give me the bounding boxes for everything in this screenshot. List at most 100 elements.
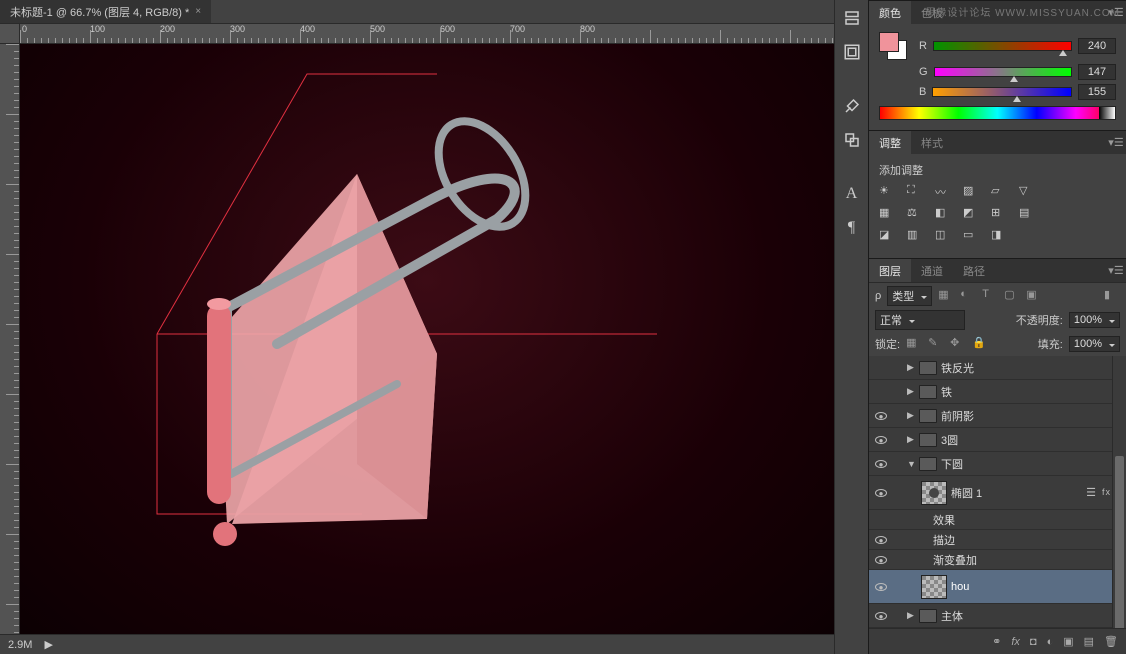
gradient-map-icon[interactable]: ▭ [963, 228, 981, 244]
color-swatch[interactable] [879, 32, 907, 60]
expand-icon[interactable] [907, 434, 919, 445]
trash-icon[interactable]: 🗑 [1104, 635, 1118, 648]
lookup-icon[interactable]: ▤ [1019, 206, 1037, 222]
layer-row[interactable]: 效果 [869, 510, 1126, 530]
close-tab-icon[interactable]: × [195, 6, 201, 17]
fill-input[interactable]: 100% [1069, 336, 1120, 352]
expand-icon[interactable] [907, 386, 919, 397]
lock-all-icon[interactable]: 🔒 [972, 336, 988, 352]
tab-paths[interactable]: 路径 [953, 259, 995, 282]
brush-icon[interactable] [840, 94, 864, 118]
document-tab[interactable]: 未标题-1 @ 66.7% (图层 4, RGB/8) * × [0, 0, 211, 23]
layer-row[interactable]: 主体 [869, 604, 1126, 628]
visibility-toggle[interactable] [869, 581, 893, 593]
invert-icon[interactable]: ◪ [879, 228, 897, 244]
layer-row[interactable]: 前阴影 [869, 404, 1126, 428]
expand-icon[interactable] [907, 410, 919, 421]
vertical-ruler[interactable] [0, 44, 20, 634]
collapse-icon[interactable] [907, 459, 919, 469]
visibility-toggle[interactable] [869, 487, 893, 499]
clone-icon[interactable] [840, 128, 864, 152]
status-zoom[interactable]: 2.9M [8, 639, 32, 651]
tab-adjustments[interactable]: 调整 [869, 131, 911, 154]
expand-icon[interactable] [907, 610, 919, 621]
lock-move-icon[interactable]: ✥ [950, 336, 966, 352]
visibility-toggle[interactable] [869, 410, 893, 422]
canvas[interactable] [20, 44, 834, 634]
new-group-icon[interactable]: ▣ [1063, 635, 1073, 648]
balance-icon[interactable]: ⚖ [907, 206, 925, 222]
new-layer-icon[interactable]: ▤ [1084, 635, 1094, 648]
posterize-icon[interactable]: ▥ [907, 228, 925, 244]
fx-icon[interactable]: fx [1011, 636, 1020, 648]
r-slider[interactable] [933, 41, 1072, 51]
layer-row[interactable]: 下圆 [869, 452, 1126, 476]
layer-row[interactable]: 铁反光 [869, 356, 1126, 380]
tab-channels[interactable]: 通道 [911, 259, 953, 282]
new-adjust-icon[interactable]: ◐ [1047, 636, 1054, 648]
mask-icon[interactable]: ◘ [1030, 636, 1037, 648]
tab-styles[interactable]: 样式 [911, 131, 953, 154]
curves-icon[interactable]: 〰 [935, 184, 953, 200]
lock-paint-icon[interactable]: ✎ [928, 336, 944, 352]
blend-mode-select[interactable]: 正常 [875, 310, 965, 330]
horizontal-ruler[interactable]: 0 100 200 300 400 500 600 700 800 [20, 24, 834, 44]
artwork [20, 44, 834, 634]
panel-menu-icon[interactable]: ▾☰ [1106, 264, 1126, 277]
b-value[interactable]: 155 [1078, 84, 1116, 100]
layer-row-selected[interactable]: hou [869, 570, 1126, 604]
paragraph-icon[interactable]: ¶ [840, 216, 864, 240]
bw-icon[interactable]: ◧ [935, 206, 953, 222]
tab-layers[interactable]: 图层 [869, 259, 911, 282]
layer-row[interactable]: 渐变叠加 [869, 550, 1126, 570]
history-icon[interactable] [840, 6, 864, 30]
filter-type-icon[interactable]: T [982, 288, 998, 304]
layer-thumb[interactable] [921, 575, 947, 599]
visibility-toggle[interactable] [869, 610, 893, 622]
filter-smart-icon[interactable]: ▣ [1026, 288, 1042, 304]
layer-row[interactable]: 描边 [869, 530, 1126, 550]
lock-trans-icon[interactable]: ▦ [906, 336, 922, 352]
character-icon[interactable]: A [840, 182, 864, 206]
g-value[interactable]: 147 [1078, 64, 1116, 80]
tab-color[interactable]: 颜色 [869, 1, 911, 24]
vibrance-icon[interactable]: ▱ [991, 184, 1009, 200]
levels-icon[interactable]: ⛶ [907, 184, 925, 200]
ruler-origin[interactable] [0, 24, 20, 44]
filter-shape-icon[interactable]: ▢ [1004, 288, 1020, 304]
link-icon[interactable]: ☰ [1086, 486, 1096, 499]
layer-list[interactable]: 铁反光 铁 前阴影 3圆 [869, 356, 1126, 628]
panel-menu-icon[interactable]: ▾☰ [1106, 136, 1126, 149]
scrollbar[interactable] [1112, 356, 1126, 628]
photo-filter-icon[interactable]: ◩ [963, 206, 981, 222]
visibility-toggle[interactable] [869, 458, 893, 470]
hue-icon[interactable]: ▦ [879, 206, 897, 222]
channel-mixer-icon[interactable]: ⊞ [991, 206, 1009, 222]
layer-row[interactable]: 铁 [869, 380, 1126, 404]
opacity-input[interactable]: 100% [1069, 312, 1120, 328]
visibility-toggle[interactable] [869, 534, 893, 546]
layer-thumb[interactable] [921, 481, 947, 505]
visibility-toggle[interactable] [869, 554, 893, 566]
status-arrow[interactable]: ▶ [44, 638, 52, 651]
filter-pixel-icon[interactable]: ▦ [938, 288, 954, 304]
triangle-icon[interactable]: ▽ [1019, 184, 1037, 200]
selective-color-icon[interactable]: ◨ [991, 228, 1009, 244]
g-slider[interactable] [934, 67, 1072, 77]
filter-toggle[interactable]: ▮ [1104, 288, 1120, 304]
b-slider[interactable] [932, 87, 1072, 97]
threshold-icon[interactable]: ◫ [935, 228, 953, 244]
brightness-icon[interactable]: ☀ [879, 184, 897, 200]
expand-icon[interactable] [907, 362, 919, 373]
layer-row[interactable]: 椭圆 1 ☰ fx ▾ [869, 476, 1126, 510]
filter-adjust-icon[interactable]: ◐ [960, 288, 976, 304]
layer-row[interactable]: 3圆 [869, 428, 1126, 452]
exposure-icon[interactable]: ▨ [963, 184, 981, 200]
r-value[interactable]: 240 [1078, 38, 1116, 54]
filter-type-select[interactable]: 类型 [887, 286, 932, 306]
scrollbar-thumb[interactable] [1115, 456, 1124, 628]
visibility-toggle[interactable] [869, 434, 893, 446]
spectrum-bar[interactable] [879, 106, 1116, 120]
properties-icon[interactable] [840, 40, 864, 64]
link-layers-icon[interactable]: ⚭ [992, 635, 1001, 648]
